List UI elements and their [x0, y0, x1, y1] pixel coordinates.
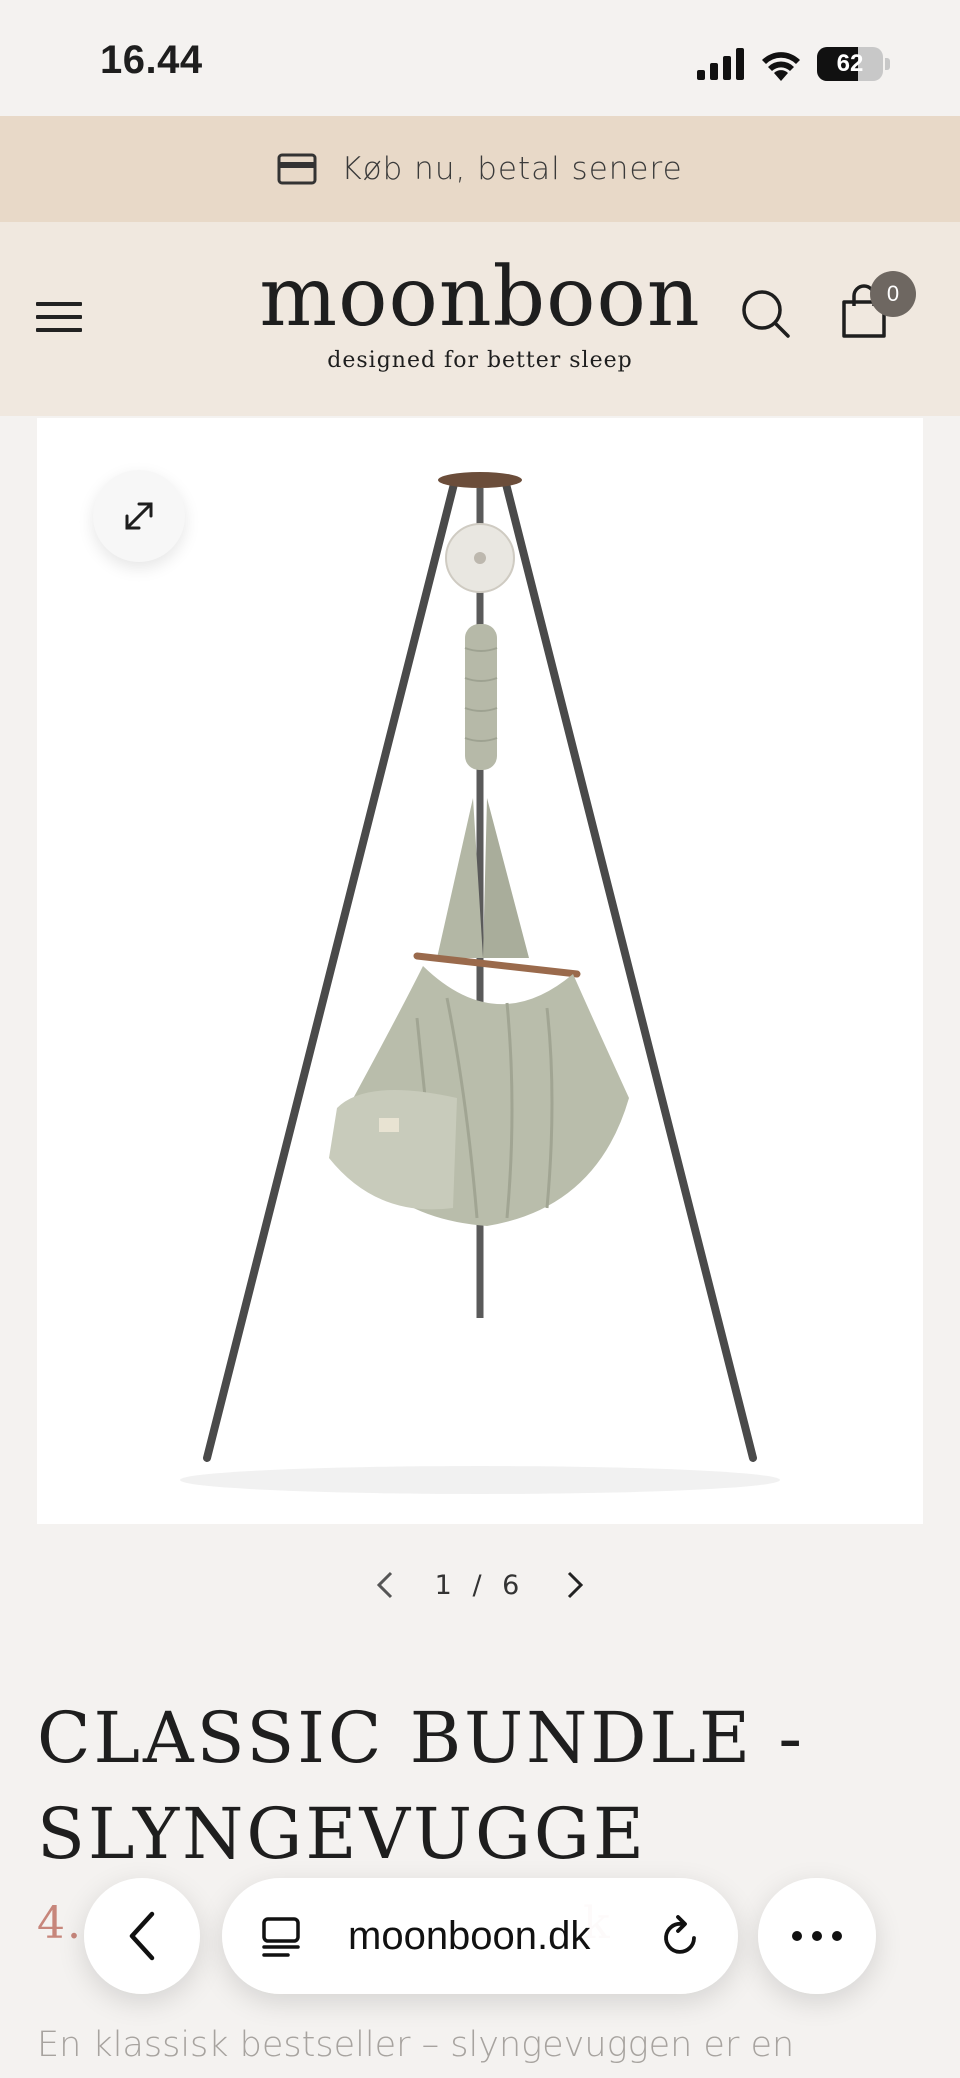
wifi-icon: [762, 52, 800, 81]
chevron-left-icon: [129, 1911, 155, 1961]
cart-count-badge: 0: [870, 271, 916, 317]
battery-cap: [885, 58, 890, 70]
product-title-line1: CLASSIC BUNDLE -: [37, 1697, 806, 1779]
price-visible-start: 4.: [37, 1898, 83, 1949]
battery-icon: 62: [817, 47, 883, 81]
product-title: CLASSIC BUNDLE - SLYNGEVUGGE: [37, 1690, 917, 1882]
more-dot: [832, 1931, 842, 1941]
more-dot: [812, 1931, 822, 1941]
expand-image-button[interactable]: [93, 470, 185, 562]
product-description: En klassisk bestseller – slyngevuggen er…: [37, 2025, 795, 2065]
gallery-pager: 1 / 6: [0, 1560, 960, 1610]
chevron-left-icon[interactable]: [371, 1569, 399, 1601]
product-image: [180, 472, 780, 1494]
status-icons: 62: [697, 44, 890, 84]
product-title-line2: SLYNGEVUGGE: [37, 1793, 647, 1875]
chevron-right-icon[interactable]: [561, 1569, 589, 1601]
browser-back-button[interactable]: [84, 1878, 200, 1994]
pager-total: 6: [502, 1569, 526, 1601]
cellular-signal-icon: [697, 48, 744, 80]
status-time: 16.44: [100, 38, 203, 82]
url-text: moonboon.dk: [348, 1914, 591, 1958]
more-options-button[interactable]: [758, 1878, 876, 1994]
pager-status: 1 / 6: [435, 1570, 526, 1601]
expand-icon: [125, 502, 153, 530]
pager-current: 1: [434, 1569, 458, 1601]
site-logo[interactable]: moonboon designed for better sleep: [0, 250, 960, 374]
promo-text: Køb nu, betal senere: [341, 151, 683, 187]
address-bar[interactable]: moonboon.dk: [222, 1878, 738, 1994]
product-gallery[interactable]: [37, 418, 923, 1524]
logo-tagline: designed for better sleep: [327, 348, 633, 373]
page-menu-icon[interactable]: [260, 1916, 302, 1958]
site-header: moonboon designed for better sleep 0: [0, 222, 960, 416]
logo-wordmark: moonboon: [259, 250, 701, 345]
credit-card-icon: [277, 153, 317, 185]
battery-level: 62: [836, 50, 864, 77]
promo-banner[interactable]: Køb nu, betal senere: [0, 116, 960, 222]
search-icon[interactable]: [738, 286, 794, 342]
reload-icon[interactable]: [658, 1914, 704, 1960]
status-bar: 16.44 62: [0, 0, 960, 116]
more-dot: [792, 1931, 802, 1941]
pager-separator: /: [472, 1569, 488, 1601]
